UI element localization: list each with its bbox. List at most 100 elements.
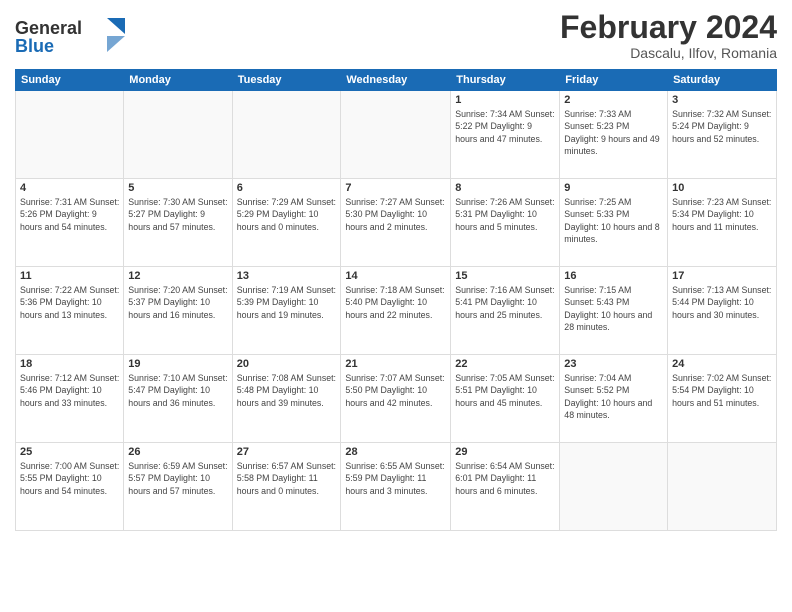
table-row: 27 Sunrise: 6:57 AM Sunset: 5:58 PM Dayli…: [232, 443, 341, 531]
day-number: 21: [345, 358, 446, 370]
day-info: Sunrise: 7:32 AM Sunset: 5:24 PM Dayligh…: [672, 108, 772, 145]
day-number: 16: [564, 270, 663, 282]
table-row: 11 Sunrise: 7:22 AM Sunset: 5:36 PM Dayli…: [16, 267, 124, 355]
table-row: 22Sunrise: 7:05 AM Sunset: 5:51 PM Dayli…: [451, 355, 560, 443]
day-number: 17: [672, 270, 772, 282]
table-row: 2 Sunrise: 7:33 AM Sunset: 5:23 PM Daylig…: [560, 91, 668, 179]
table-row: 24 Sunrise: 7:02 AM Sunset: 5:54 PM Dayli…: [668, 355, 777, 443]
day-info: Sunrise: 7:07 AM Sunset: 5:50 PM Dayligh…: [345, 372, 446, 409]
table-row: 21 Sunrise: 7:07 AM Sunset: 5:50 PM Dayli…: [341, 355, 451, 443]
table-row: [16, 91, 124, 179]
day-number: 10: [672, 182, 772, 194]
th-tuesday: Tuesday: [232, 70, 341, 91]
day-info: Sunrise: 7:00 AM Sunset: 5:55 PM Dayligh…: [20, 460, 119, 497]
day-info: Sunrise: 6:54 AM Sunset: 6:01 PM Dayligh…: [455, 460, 555, 497]
th-monday: Monday: [124, 70, 232, 91]
day-number: 25: [20, 446, 119, 458]
logo-text: General Blue: [15, 14, 125, 63]
day-info: Sunrise: 7:33 AM Sunset: 5:23 PM Dayligh…: [564, 108, 663, 157]
table-row: [560, 443, 668, 531]
table-row: 5 Sunrise: 7:30 AM Sunset: 5:27 PM Daylig…: [124, 179, 232, 267]
day-info: Sunrise: 6:57 AM Sunset: 5:58 PM Dayligh…: [237, 460, 337, 497]
day-number: 1: [455, 94, 555, 106]
day-number: 11: [20, 270, 119, 282]
day-number: 5: [128, 182, 227, 194]
table-row: [341, 91, 451, 179]
day-number: 12: [128, 270, 227, 282]
day-info: Sunrise: 6:55 AM Sunset: 5:59 PM Dayligh…: [345, 460, 446, 497]
day-number: 13: [237, 270, 337, 282]
table-row: 20 Sunrise: 7:08 AM Sunset: 5:48 PM Dayli…: [232, 355, 341, 443]
day-number: 15: [455, 270, 555, 282]
day-number: 2: [564, 94, 663, 106]
day-number: 4: [20, 182, 119, 194]
table-row: 9 Sunrise: 7:25 AM Sunset: 5:33 PM Daylig…: [560, 179, 668, 267]
table-row: [668, 443, 777, 531]
day-info: Sunrise: 7:02 AM Sunset: 5:54 PM Dayligh…: [672, 372, 772, 409]
logo: General Blue: [15, 14, 125, 63]
day-number: 8: [455, 182, 555, 194]
day-info: Sunrise: 7:13 AM Sunset: 5:44 PM Dayligh…: [672, 284, 772, 321]
day-number: 29: [455, 446, 555, 458]
day-number: 24: [672, 358, 772, 370]
month-title: February 2024: [560, 10, 777, 45]
day-number: 19: [128, 358, 227, 370]
table-row: 15 Sunrise: 7:16 AM Sunset: 5:41 PM Dayli…: [451, 267, 560, 355]
day-info: Sunrise: 7:23 AM Sunset: 5:34 PM Dayligh…: [672, 196, 772, 233]
table-row: 17 Sunrise: 7:13 AM Sunset: 5:44 PM Dayli…: [668, 267, 777, 355]
th-saturday: Saturday: [668, 70, 777, 91]
day-info: Sunrise: 7:08 AM Sunset: 5:48 PM Dayligh…: [237, 372, 337, 409]
table-row: 8 Sunrise: 7:26 AM Sunset: 5:31 PM Daylig…: [451, 179, 560, 267]
table-row: 10 Sunrise: 7:23 AM Sunset: 5:34 PM Dayli…: [668, 179, 777, 267]
day-info: Sunrise: 7:27 AM Sunset: 5:30 PM Dayligh…: [345, 196, 446, 233]
table-row: [232, 91, 341, 179]
day-number: 18: [20, 358, 119, 370]
day-info: Sunrise: 7:26 AM Sunset: 5:31 PM Dayligh…: [455, 196, 555, 233]
day-number: 28: [345, 446, 446, 458]
day-info: Sunrise: 7:18 AM Sunset: 5:40 PM Dayligh…: [345, 284, 446, 321]
day-info: Sunrise: 7:25 AM Sunset: 5:33 PM Dayligh…: [564, 196, 663, 245]
th-thursday: Thursday: [451, 70, 560, 91]
day-info: Sunrise: 7:16 AM Sunset: 5:41 PM Dayligh…: [455, 284, 555, 321]
table-row: 6Sunrise: 7:29 AM Sunset: 5:29 PM Daylig…: [232, 179, 341, 267]
th-friday: Friday: [560, 70, 668, 91]
header: General Blue February 2024 Dascalu, Ilfo…: [15, 10, 777, 63]
table-row: 3 Sunrise: 7:32 AM Sunset: 5:24 PM Daylig…: [668, 91, 777, 179]
table-row: 29 Sunrise: 6:54 AM Sunset: 6:01 PM Dayli…: [451, 443, 560, 531]
day-info: Sunrise: 7:15 AM Sunset: 5:43 PM Dayligh…: [564, 284, 663, 333]
page-container: General Blue February 2024 Dascalu, Ilfo…: [0, 0, 792, 612]
table-row: 23Sunrise: 7:04 AM Sunset: 5:52 PM Dayli…: [560, 355, 668, 443]
day-number: 26: [128, 446, 227, 458]
table-row: [124, 91, 232, 179]
table-row: 13Sunrise: 7:19 AM Sunset: 5:39 PM Dayli…: [232, 267, 341, 355]
table-row: 18 Sunrise: 7:12 AM Sunset: 5:46 PM Dayli…: [16, 355, 124, 443]
table-row: 12 Sunrise: 7:20 AM Sunset: 5:37 PM Dayli…: [124, 267, 232, 355]
table-row: 25 Sunrise: 7:00 AM Sunset: 5:55 PM Dayli…: [16, 443, 124, 531]
day-number: 6: [237, 182, 337, 194]
day-info: Sunrise: 7:10 AM Sunset: 5:47 PM Dayligh…: [128, 372, 227, 409]
calendar-table: Sunday Monday Tuesday Wednesday Thursday…: [15, 69, 777, 531]
svg-text:Blue: Blue: [15, 36, 54, 56]
header-row: Sunday Monday Tuesday Wednesday Thursday…: [16, 70, 777, 91]
day-number: 20: [237, 358, 337, 370]
day-number: 3: [672, 94, 772, 106]
table-row: 26 Sunrise: 6:59 AM Sunset: 5:57 PM Dayli…: [124, 443, 232, 531]
day-info: Sunrise: 7:30 AM Sunset: 5:27 PM Dayligh…: [128, 196, 227, 233]
day-info: Sunrise: 6:59 AM Sunset: 5:57 PM Dayligh…: [128, 460, 227, 497]
location-title: Dascalu, Ilfov, Romania: [560, 45, 777, 61]
day-info: Sunrise: 7:22 AM Sunset: 5:36 PM Dayligh…: [20, 284, 119, 321]
day-number: 9: [564, 182, 663, 194]
table-row: 19 Sunrise: 7:10 AM Sunset: 5:47 PM Dayli…: [124, 355, 232, 443]
day-number: 27: [237, 446, 337, 458]
day-number: 14: [345, 270, 446, 282]
table-row: 1 Sunrise: 7:34 AM Sunset: 5:22 PM Daylig…: [451, 91, 560, 179]
title-block: February 2024 Dascalu, Ilfov, Romania: [560, 10, 777, 61]
day-info: Sunrise: 7:12 AM Sunset: 5:46 PM Dayligh…: [20, 372, 119, 409]
day-info: Sunrise: 7:05 AM Sunset: 5:51 PM Dayligh…: [455, 372, 555, 409]
day-number: 23: [564, 358, 663, 370]
th-sunday: Sunday: [16, 70, 124, 91]
day-info: Sunrise: 7:20 AM Sunset: 5:37 PM Dayligh…: [128, 284, 227, 321]
th-wednesday: Wednesday: [341, 70, 451, 91]
svg-text:General: General: [15, 18, 82, 38]
day-info: Sunrise: 7:34 AM Sunset: 5:22 PM Dayligh…: [455, 108, 555, 145]
